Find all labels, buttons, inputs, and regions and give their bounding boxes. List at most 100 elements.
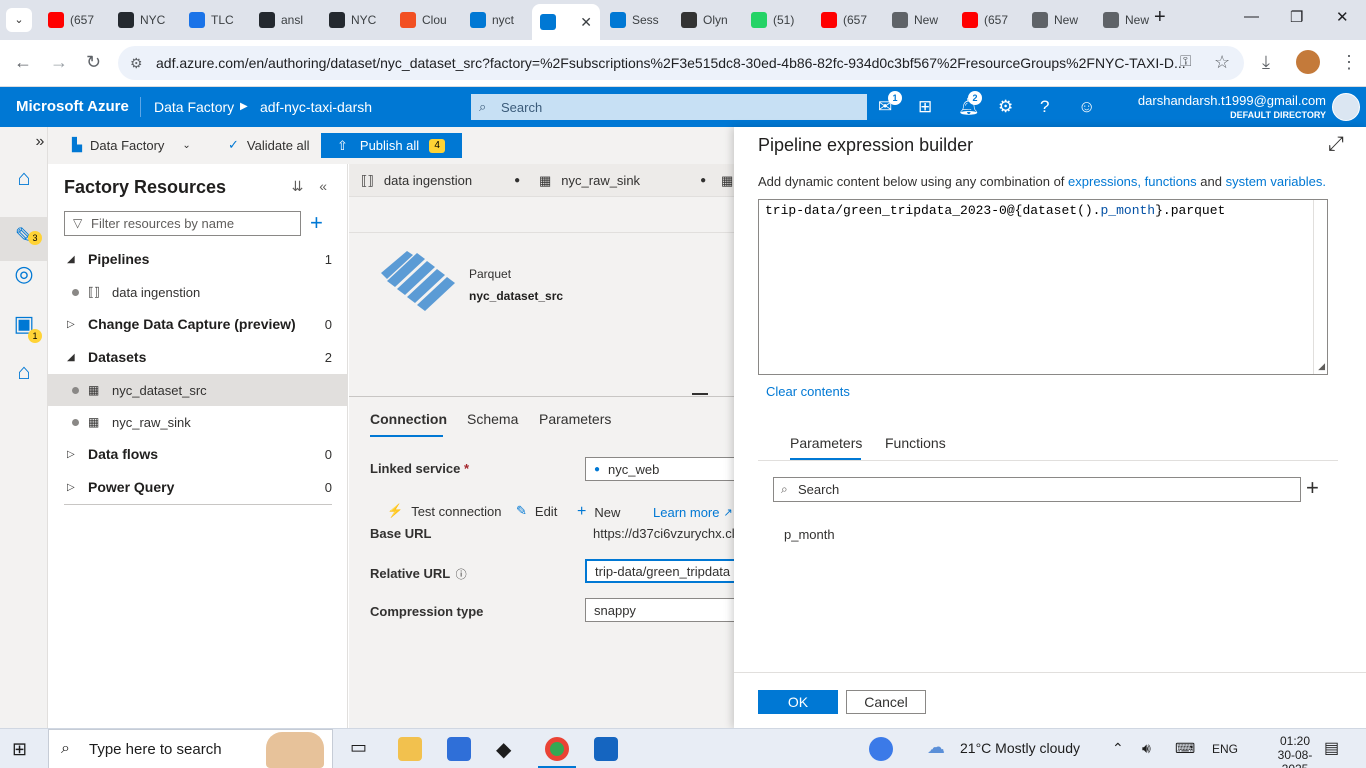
tab-schema[interactable]: Schema — [467, 411, 518, 427]
tab-functions[interactable]: Functions — [885, 435, 946, 451]
bookmark-star-icon[interactable]: ☆ — [1214, 52, 1230, 73]
gear-icon[interactable]: ⚙ — [998, 97, 1013, 117]
browser-tab[interactable]: Olyn — [673, 6, 741, 34]
browser-tab[interactable]: New — [1024, 6, 1092, 34]
file-explorer-icon[interactable] — [398, 737, 422, 761]
weather-text[interactable]: 21°C Mostly cloudy — [960, 740, 1080, 756]
site-info-icon[interactable]: ⚙ — [130, 55, 143, 72]
browser-tab[interactable]: NYC — [321, 6, 389, 34]
help-icon[interactable]: ? — [1040, 97, 1049, 117]
editor-tab-pipeline[interactable]: ⟦⟧ data ingenstion ● — [361, 164, 520, 197]
tree-group-dataflows[interactable]: ▷ Data flows 0 — [48, 438, 348, 470]
monitor-icon[interactable]: ◎ — [10, 261, 38, 289]
expand-icon[interactable]: ⤢ — [1328, 133, 1344, 156]
azure-brand[interactable]: Microsoft Azure — [16, 98, 129, 115]
parameter-item[interactable]: p_month — [784, 527, 835, 542]
taskbar-clock[interactable]: 01:20 30-08-2025 — [1270, 734, 1320, 768]
forward-icon[interactable]: → — [50, 52, 68, 73]
download-icon[interactable]: ⤓ — [1262, 52, 1270, 73]
browser-menu-icon[interactable]: ⋮ — [1340, 52, 1358, 73]
dropbox-icon[interactable]: ◆ — [496, 737, 520, 761]
close-window-icon[interactable]: ✕ — [1336, 8, 1349, 26]
browser-tab[interactable]: (657 — [813, 6, 881, 34]
expression-editor[interactable]: trip-data/green_tripdata_2023-0@{dataset… — [758, 199, 1328, 375]
editor-scrollbar[interactable] — [1313, 200, 1327, 374]
collapse-pane-icon[interactable]: « — [319, 178, 327, 194]
help-tips-icon[interactable] — [869, 737, 893, 761]
feedback-icon[interactable]: ☺ — [1078, 97, 1095, 117]
azure-data-studio-icon[interactable] — [594, 737, 618, 761]
chevron-up-icon[interactable]: ⌃ — [1112, 740, 1124, 757]
tree-group-cdc[interactable]: ▷ Change Data Capture (preview) 0 — [48, 308, 348, 340]
publish-all-button[interactable]: ⇧ Publish all 4 — [321, 133, 462, 158]
windows-start-icon[interactable]: ⊞ — [12, 739, 27, 760]
expressions-functions-link[interactable]: expressions, functions — [1068, 174, 1197, 189]
browser-tab[interactable]: (657 — [40, 6, 108, 34]
add-resource-button[interactable]: + — [310, 210, 323, 236]
learning-cap-icon[interactable]: ⌂ — [10, 359, 38, 387]
test-connection-button[interactable]: ⚡ Test connection — [387, 503, 502, 519]
browser-tab[interactable]: Sess — [602, 6, 670, 34]
volume-icon[interactable]: 🔊︎ — [1142, 740, 1151, 757]
chrome-icon[interactable] — [545, 737, 569, 761]
directory-switch-icon[interactable]: ⊞ — [918, 97, 932, 117]
editor-tab-sink[interactable]: ▦ nyc_raw_sink ● — [539, 164, 706, 197]
edit-linked-service-button[interactable]: ✎ Edit — [516, 503, 557, 519]
tree-group-pipelines[interactable]: ◢ Pipelines 1 — [48, 243, 348, 275]
splitter-handle[interactable] — [692, 393, 708, 395]
user-account[interactable]: darshandarsh.t1999@gmail.com DEFAULT DIR… — [1138, 93, 1326, 120]
validate-all-button[interactable]: ✓ Validate all — [228, 137, 310, 153]
add-parameter-button[interactable]: + — [1306, 475, 1319, 501]
tab-parameters[interactable]: Parameters — [790, 435, 862, 451]
new-linked-service-button[interactable]: + New — [577, 503, 620, 521]
learn-more-link[interactable]: Learn more ↗ — [653, 505, 733, 520]
breadcrumb-data-factory[interactable]: Data Factory — [154, 99, 234, 115]
info-icon[interactable]: ⓘ — [456, 569, 467, 581]
back-icon[interactable]: ← — [14, 52, 32, 73]
tree-group-power-query[interactable]: ▷ Power Query 0 — [48, 471, 348, 503]
system-variables-link[interactable]: system variables. — [1226, 174, 1326, 189]
profile-avatar[interactable] — [1296, 50, 1320, 74]
browser-tab[interactable]: New — [1095, 6, 1163, 34]
microsoft-store-icon[interactable] — [447, 737, 471, 761]
browser-tab[interactable]: (657 — [954, 6, 1022, 34]
tab-parameters[interactable]: Parameters — [539, 411, 611, 427]
tab-connection[interactable]: Connection — [370, 411, 447, 427]
close-tab-icon[interactable]: ✕ — [580, 14, 592, 31]
breadcrumb-factory-name[interactable]: adf-nyc-taxi-darsh — [260, 99, 372, 115]
tree-item-dataset-sink[interactable]: ▦ nyc_raw_sink — [48, 406, 348, 438]
home-icon[interactable]: ⌂ — [10, 165, 38, 193]
resize-grip-icon[interactable]: ◢ — [1318, 362, 1325, 372]
azure-search-input[interactable]: ⌕ Search — [471, 94, 867, 120]
compression-type-select[interactable]: snappy — [585, 598, 745, 622]
browser-tab[interactable]: nyct — [462, 6, 530, 34]
password-key-icon[interactable]: ⚿ — [1180, 53, 1191, 70]
taskbar-search-input[interactable]: ⌕ Type here to search — [48, 729, 333, 768]
data-factory-dropdown[interactable]: ▙ Data Factory ⌄ — [72, 137, 191, 153]
collapse-all-icon[interactable]: ⇊ — [292, 178, 304, 194]
filter-resources-input[interactable]: ▽ Filter resources by name — [64, 211, 301, 236]
browser-tab[interactable]: New — [884, 6, 952, 34]
restore-icon[interactable]: ❐ — [1290, 8, 1303, 26]
weather-cloud-icon[interactable]: ☁ — [927, 737, 945, 758]
notification-center-icon[interactable]: ▤ — [1324, 738, 1339, 758]
ok-button[interactable]: OK — [758, 690, 838, 714]
browser-tab[interactable]: ✕ — [532, 4, 600, 40]
browser-tab[interactable]: NYC — [110, 6, 178, 34]
clear-contents-link[interactable]: Clear contents — [766, 384, 850, 399]
new-tab-button[interactable]: + — [1154, 6, 1166, 29]
cancel-button[interactable]: Cancel — [846, 690, 926, 714]
language-indicator[interactable]: ENG — [1212, 742, 1238, 756]
tab-search-button[interactable]: ⌄ — [6, 8, 32, 32]
reload-icon[interactable]: ↻ — [86, 52, 101, 73]
browser-tab[interactable]: TLC — [181, 6, 249, 34]
avatar[interactable] — [1332, 93, 1360, 121]
task-view-icon[interactable]: ▭ — [350, 737, 374, 761]
linked-service-select[interactable]: ● nyc_web — [585, 457, 745, 481]
parameters-search-input[interactable]: ⌕ Search — [773, 477, 1301, 502]
url-bar[interactable]: ⚙ adf.azure.com/en/authoring/dataset/nyc… — [118, 46, 1244, 80]
tree-item-pipeline[interactable]: ⟦⟧ data ingenstion — [48, 276, 348, 308]
keyboard-icon[interactable]: ⌨ — [1175, 740, 1195, 757]
relative-url-input[interactable]: trip-data/green_tripdata — [585, 559, 745, 583]
tree-item-dataset-src[interactable]: ▦ nyc_dataset_src — [48, 374, 348, 406]
